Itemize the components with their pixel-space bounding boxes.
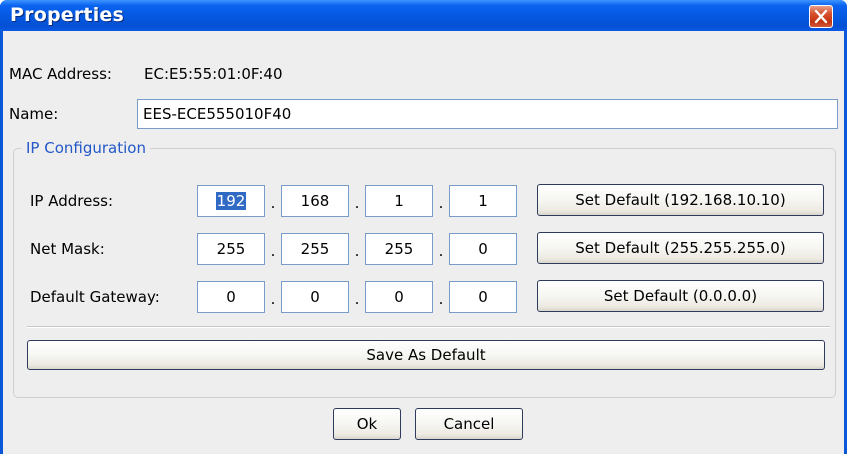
ip-configuration-legend: IP Configuration [22,139,150,157]
name-field[interactable]: EES-ECE555010F40 [137,99,838,129]
set-default-gateway-button[interactable]: Set Default (0.0.0.0) [537,280,824,312]
name-label: Name: [9,105,59,123]
cancel-button[interactable]: Cancel [415,408,523,440]
octet-separator: . [354,242,360,260]
net-mask-octet-2[interactable]: 255 [281,233,349,265]
octet-separator: . [438,242,444,260]
net-mask-octet-4[interactable]: 0 [449,233,517,265]
mac-address-label: MAC Address: [9,65,112,83]
ip-address-octet-3[interactable]: 1 [365,185,433,217]
title-bar[interactable]: Properties [0,0,847,31]
octet-separator: . [354,194,360,212]
net-mask-label: Net Mask: [30,240,105,258]
ok-button[interactable]: Ok [333,408,401,440]
close-icon [814,9,828,24]
default-gateway-label: Default Gateway: [30,288,160,306]
octet-separator: . [438,194,444,212]
octet-separator: . [270,194,276,212]
gateway-octet-3[interactable]: 0 [365,281,433,313]
ip-address-label: IP Address: [30,192,114,210]
octet-separator: . [270,290,276,308]
octet-separator: . [270,242,276,260]
gateway-octet-4[interactable]: 0 [449,281,517,313]
ip-address-octet-1[interactable]: 192 [197,185,265,217]
octet-separator: . [438,290,444,308]
net-mask-octet-3[interactable]: 255 [365,233,433,265]
ip-address-octet-2[interactable]: 168 [281,185,349,217]
group-separator [27,326,830,328]
ip-address-octet-4[interactable]: 1 [449,185,517,217]
gateway-octet-2[interactable]: 0 [281,281,349,313]
octet-separator: . [354,290,360,308]
dialog-body: MAC Address: EC:E5:55:01:0F:40 Name: EES… [3,31,844,454]
properties-dialog: Properties MAC Address: EC:E5:55:01:0F:4… [0,0,847,454]
net-mask-octet-1[interactable]: 255 [197,233,265,265]
close-button[interactable] [809,5,833,28]
set-default-netmask-button[interactable]: Set Default (255.255.255.0) [537,232,824,264]
gateway-octet-1[interactable]: 0 [197,281,265,313]
dialog-title: Properties [10,4,124,26]
set-default-ip-button[interactable]: Set Default (192.168.10.10) [537,184,824,216]
mac-address-value: EC:E5:55:01:0F:40 [144,65,283,83]
save-as-default-button[interactable]: Save As Default [27,340,825,370]
